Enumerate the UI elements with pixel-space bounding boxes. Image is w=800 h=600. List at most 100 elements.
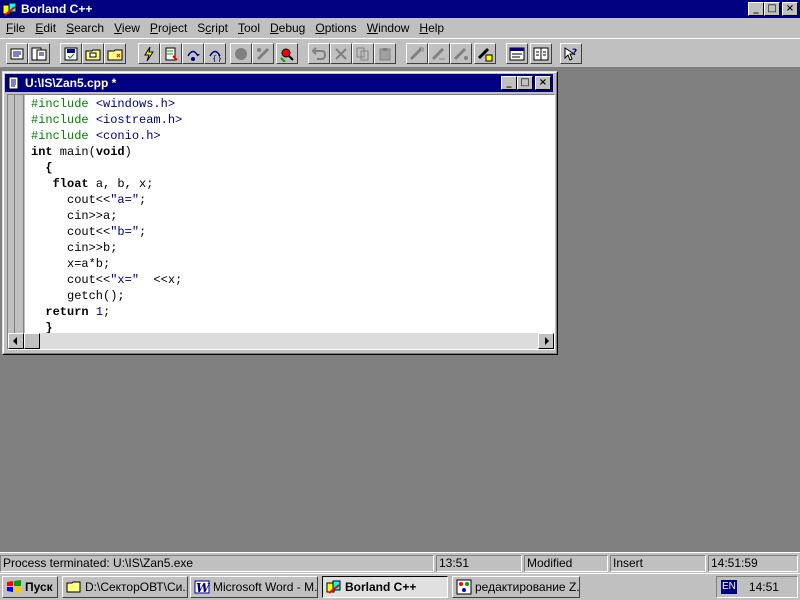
trace-into-button[interactable]: {} xyxy=(204,43,226,64)
editor-minimize-button[interactable]: _ xyxy=(501,76,517,90)
app-title: Borland C++ xyxy=(21,2,93,16)
scroll-thumb[interactable] xyxy=(24,333,40,349)
status-insert-mode: Insert xyxy=(610,555,706,572)
taskbar-clock[interactable]: 14:51 xyxy=(749,580,779,594)
menu-script[interactable]: Script xyxy=(192,19,233,37)
code-line[interactable]: { xyxy=(31,160,554,176)
open-file-button[interactable] xyxy=(28,43,50,64)
run-lightning-button[interactable] xyxy=(138,43,160,64)
undo-button[interactable] xyxy=(308,43,330,64)
language-indicator[interactable]: EN xyxy=(721,580,737,594)
project-window-button[interactable] xyxy=(530,43,552,64)
print-icon xyxy=(107,46,123,62)
code-line[interactable]: cout<<"a="; xyxy=(31,192,554,208)
source-file-icon[interactable] xyxy=(7,76,21,90)
step-over-button[interactable] xyxy=(182,43,204,64)
compile-button[interactable] xyxy=(160,43,182,64)
code-token: cout<< xyxy=(31,273,111,287)
code-line[interactable]: cin>>b; xyxy=(31,240,554,256)
editor-gutter[interactable] xyxy=(8,95,24,333)
code-token: #include xyxy=(31,113,96,127)
scroll-left-button[interactable] xyxy=(8,333,24,349)
code-token: <iostream.h> xyxy=(95,113,183,127)
code-line[interactable]: float a, b, x; xyxy=(31,176,554,192)
start-label: Пуск xyxy=(25,580,53,594)
code-token: "a=" xyxy=(110,193,140,207)
code-token: <<x; xyxy=(139,273,183,287)
horizontal-scrollbar[interactable] xyxy=(8,333,554,349)
menu-options[interactable]: Options xyxy=(310,19,361,37)
scroll-right-button[interactable] xyxy=(538,333,554,349)
code-editor[interactable]: #include <windows.h> #include <iostream.h… xyxy=(25,95,554,333)
cut-icon xyxy=(333,46,349,62)
menu-search[interactable]: Search xyxy=(61,19,109,37)
find-button[interactable] xyxy=(406,43,428,64)
code-line[interactable]: cout<<"x=" <<x; xyxy=(31,272,554,288)
menu-window[interactable]: Window xyxy=(362,19,415,37)
right-arrow-icon xyxy=(545,337,549,345)
editor-maximize-button[interactable]: □ xyxy=(517,76,533,90)
replace-button[interactable] xyxy=(428,43,450,64)
taskbar-button[interactable]: редактирование Z... xyxy=(452,576,580,598)
word-icon: W xyxy=(194,579,211,595)
code-line[interactable]: #include <conio.h> xyxy=(31,128,554,144)
search-again-button[interactable] xyxy=(450,43,472,64)
save-all-button[interactable] xyxy=(82,43,104,64)
breakpoint-button[interactable] xyxy=(230,43,252,64)
browse-icon xyxy=(477,46,493,62)
start-button[interactable]: Пуск xyxy=(2,576,58,598)
cut-button[interactable] xyxy=(330,43,352,64)
step-over-icon xyxy=(185,46,201,62)
menu-view[interactable]: View xyxy=(109,19,145,37)
code-token: cin>>b; xyxy=(31,241,118,255)
inspect-button[interactable] xyxy=(276,43,298,64)
message-window-icon xyxy=(509,46,525,62)
open-file-icon xyxy=(31,46,47,62)
app-titlebar: Borland C++ _ □ × xyxy=(0,0,800,18)
taskbar-button[interactable]: D:\СекторОВТ\Си... xyxy=(62,576,188,598)
code-line[interactable]: } xyxy=(31,320,554,333)
browse-button[interactable] xyxy=(474,43,496,64)
code-token: 1 xyxy=(95,305,104,319)
code-token: "x=" xyxy=(110,273,140,287)
breakpoint-icon xyxy=(233,46,249,62)
code-line[interactable]: x=a*b; xyxy=(31,256,554,272)
save-button[interactable] xyxy=(60,43,82,64)
code-line[interactable]: #include <iostream.h> xyxy=(31,112,554,128)
copy-button[interactable] xyxy=(352,43,374,64)
context-help-button[interactable]: ? xyxy=(560,43,582,64)
print-button[interactable] xyxy=(104,43,126,64)
code-token: } xyxy=(31,321,53,333)
editor-window-controls: _ □ × xyxy=(501,76,551,90)
code-token: return xyxy=(45,305,89,319)
taskbar-button[interactable]: W Microsoft Word - М... xyxy=(190,576,318,598)
open-project-button[interactable] xyxy=(6,43,28,64)
menu-project[interactable]: Project xyxy=(145,19,192,37)
paste-button[interactable] xyxy=(374,43,396,64)
menu-help[interactable]: Help xyxy=(414,19,449,37)
menu-edit[interactable]: Edit xyxy=(30,19,61,37)
app-close-button[interactable]: × xyxy=(782,2,798,16)
message-window-button[interactable] xyxy=(506,43,528,64)
editor-close-button[interactable]: × xyxy=(535,76,551,90)
code-line[interactable]: return 1; xyxy=(31,304,554,320)
code-token: cout<< xyxy=(31,225,111,239)
menu-debug[interactable]: Debug xyxy=(265,19,310,37)
taskbar-button[interactable]: Borland C++ xyxy=(322,576,448,598)
app-minimize-button[interactable]: _ xyxy=(748,2,764,16)
code-line[interactable]: cin>>a; xyxy=(31,208,554,224)
save-all-icon xyxy=(85,46,101,62)
code-line[interactable]: #include <windows.h> xyxy=(31,96,554,112)
code-line[interactable]: int main(void) xyxy=(31,144,554,160)
code-line[interactable]: cout<<"b="; xyxy=(31,224,554,240)
watch-button[interactable] xyxy=(252,43,274,64)
menu-tool[interactable]: Tool xyxy=(233,19,265,37)
taskbar-button-label: редактирование Z... xyxy=(475,580,580,594)
editor-titlebar[interactable]: U:\IS\Zan5.cpp * _ □ × xyxy=(5,74,553,92)
taskbar-button-label: D:\СекторОВТ\Си... xyxy=(85,580,188,594)
app-maximize-button[interactable]: □ xyxy=(764,2,780,16)
menu-file[interactable]: File xyxy=(1,19,30,37)
code-line[interactable]: getch(); xyxy=(31,288,554,304)
borland-app-icon[interactable] xyxy=(2,1,18,17)
code-token: #include xyxy=(31,129,96,143)
